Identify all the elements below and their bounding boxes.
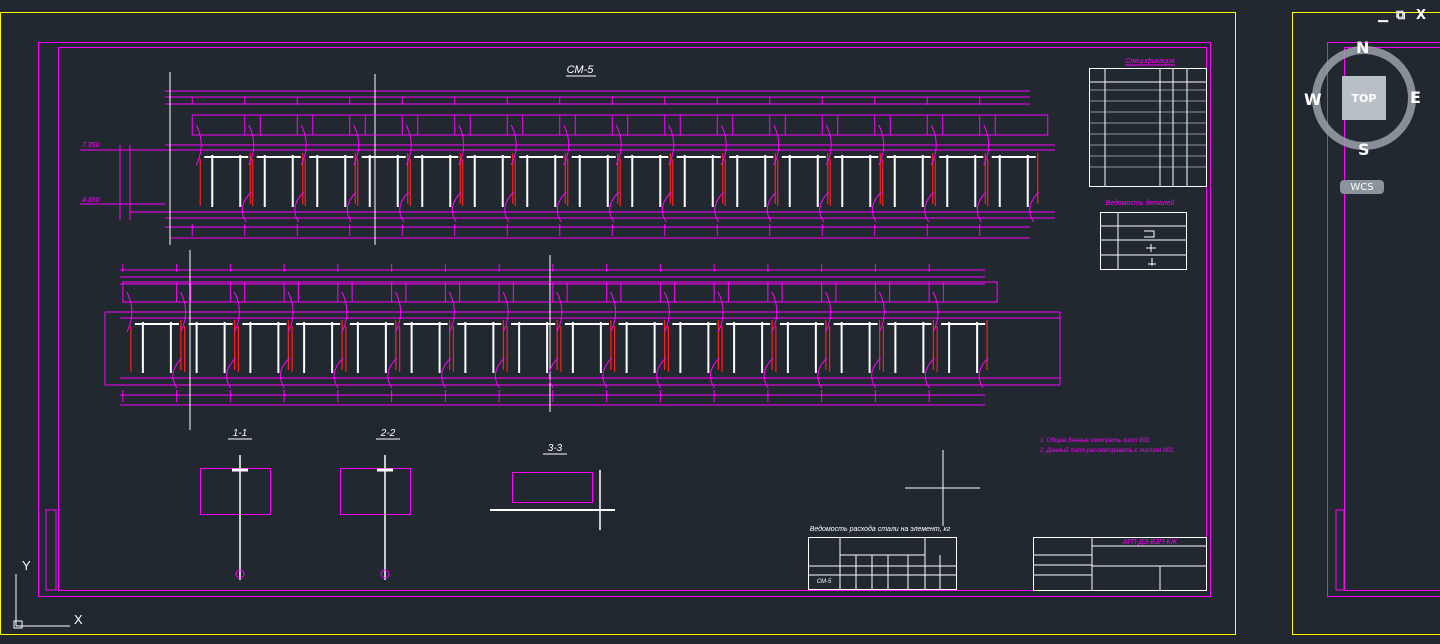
stiffener-detail	[665, 97, 733, 236]
drawing-viewport[interactable]: СМ-5	[0, 0, 1440, 639]
beam-elevation-lower	[105, 250, 1060, 430]
ucs-icon: X Y	[14, 558, 83, 628]
detail-list-table: Ведомость деталей	[1100, 199, 1187, 270]
cad-canvas[interactable]: СМ-5	[0, 0, 1440, 639]
steel-table-mark: СМ-5	[817, 579, 832, 585]
stiffener-detail	[177, 264, 245, 402]
ucs-y-label: Y	[22, 558, 31, 573]
margin-strip	[46, 510, 56, 590]
stiffener-detail	[822, 264, 890, 402]
section-1-1-title: 1-1	[233, 428, 247, 439]
beam-details-lower	[123, 264, 997, 402]
detail-symbol-angle	[1148, 258, 1156, 266]
stiffener-detail	[929, 264, 997, 402]
steel-table-title: Ведомость расхода стали на элемент, кг	[810, 525, 951, 533]
close-button[interactable]: X	[1416, 8, 1426, 23]
stiffener-detail	[284, 264, 352, 402]
stiffener-detail	[507, 97, 575, 236]
view-cube[interactable]: N S E W TOP WCS	[1302, 36, 1432, 206]
section-3-3-body	[513, 473, 593, 503]
stiffener-detail	[607, 264, 675, 402]
stiffener-detail	[445, 264, 513, 402]
title-block-border	[1034, 538, 1207, 591]
stiffener-detail	[553, 264, 621, 402]
compass-west[interactable]: W	[1304, 90, 1322, 109]
title-block: АГП-ДЗ-ВЗП-КЖ	[1033, 537, 1207, 591]
stiffener-detail	[230, 264, 298, 402]
stiffener-detail	[560, 97, 628, 236]
sheet-border-left	[1, 13, 1236, 635]
stiffener-detail	[822, 97, 890, 236]
stiffener-detail	[875, 264, 943, 402]
beam-elevation-upper	[80, 72, 1055, 245]
spec-table-border	[1090, 69, 1207, 187]
stiffener-detail	[660, 264, 728, 402]
title-block-code: АГП-ДЗ-ВЗП-КЖ	[1122, 539, 1178, 546]
section-2-2: 2-2	[341, 428, 411, 580]
stiffener-detail	[770, 97, 838, 236]
stiffener-detail	[714, 264, 782, 402]
stiffener-detail	[612, 97, 680, 236]
margin-strip-right	[1336, 510, 1344, 590]
stiffener-detail	[338, 264, 406, 402]
elev-top-label: 7.350	[82, 142, 100, 149]
detail-list-border	[1101, 213, 1187, 270]
section-1-1-body	[201, 469, 271, 515]
stiffener-detail	[192, 97, 260, 236]
section-2-2-title: 2-2	[380, 428, 396, 439]
compass-south[interactable]: S	[1358, 140, 1370, 159]
cube-top-face[interactable]: TOP	[1342, 76, 1386, 120]
detail-symbol-plate	[1146, 244, 1156, 252]
steel-consumption-table: Ведомость расхода стали на элемент, кг С…	[808, 525, 957, 590]
specification-table: Спецификация	[1089, 58, 1207, 187]
ucs-x-label: X	[74, 612, 83, 627]
outer-frame	[39, 43, 1211, 597]
stiffener-detail	[245, 97, 313, 236]
section-1-1: 1-1	[201, 428, 271, 580]
stiffener-detail	[392, 264, 460, 402]
elev-bottom-label: 4.850	[82, 197, 100, 204]
stiffener-detail	[402, 97, 470, 236]
minimize-button[interactable]: ▁	[1378, 8, 1388, 23]
spec-title: Спецификация	[1125, 58, 1175, 65]
section-3-3: 3-3	[490, 443, 615, 530]
inner-frame	[59, 48, 1207, 591]
stiffener-detail	[350, 97, 418, 236]
beam-details-upper	[192, 97, 1048, 236]
note-2: 2. Данный лист рассматривать с листом 00…	[1039, 447, 1175, 454]
note-1: 1. Общие данные смотреть лист 002.	[1040, 438, 1151, 444]
detail-list-title: Ведомость деталей	[1106, 199, 1175, 207]
stiffener-detail	[768, 264, 836, 402]
stiffener-detail	[455, 97, 523, 236]
section-3-3-title: 3-3	[548, 443, 563, 454]
stiffener-detail	[123, 264, 191, 402]
section-2-2-body	[341, 469, 411, 515]
wcs-menu[interactable]: WCS	[1340, 180, 1384, 194]
spec-rows	[1089, 90, 1206, 167]
main-title: СМ-5	[567, 64, 595, 76]
stiffener-detail	[875, 97, 943, 236]
compass-north[interactable]: N	[1356, 38, 1369, 57]
stiffener-detail	[717, 97, 785, 236]
stiffener-detail	[499, 264, 567, 402]
compass-east[interactable]: E	[1410, 88, 1421, 107]
detail-symbol-channel	[1144, 231, 1154, 237]
stiffener-detail	[980, 97, 1048, 236]
stiffener-detail	[927, 97, 995, 236]
restore-button[interactable]: ⧉	[1396, 8, 1405, 23]
stiffener-detail	[297, 97, 365, 236]
